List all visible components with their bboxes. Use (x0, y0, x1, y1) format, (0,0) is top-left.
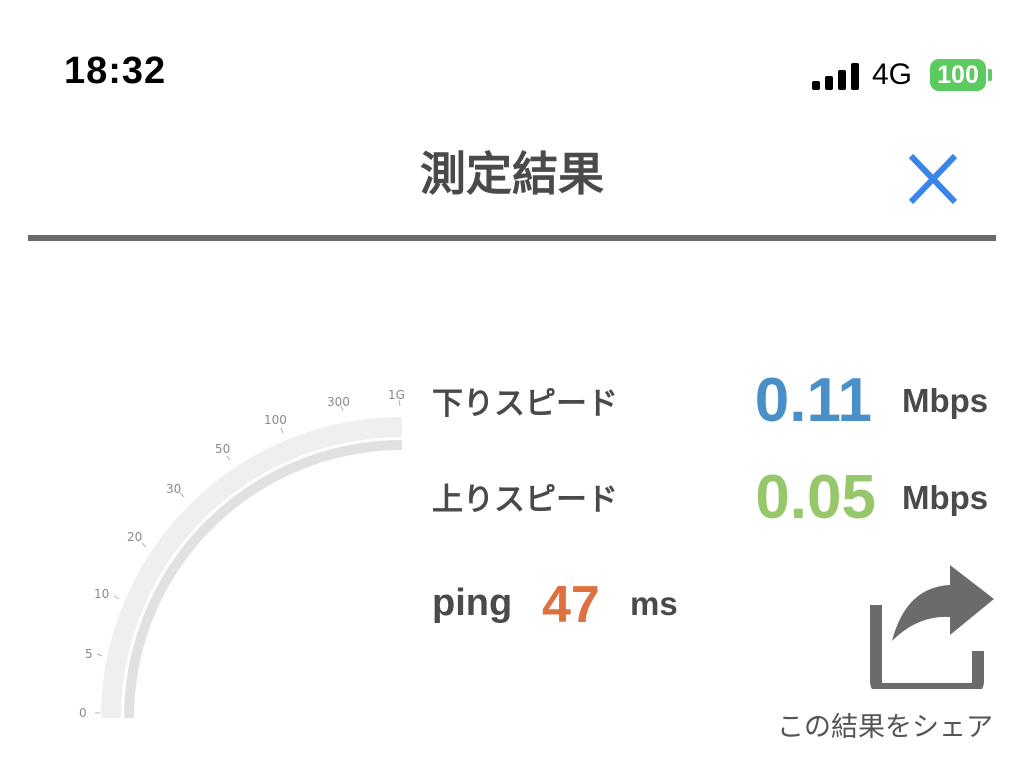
share-result-button[interactable]: この結果をシェア (760, 560, 1010, 750)
ping-value: 47 (542, 576, 600, 634)
gauge-tick-label: 30 (166, 482, 181, 496)
gauge-tick-label: 100 (264, 413, 287, 427)
speed-gauge: 0 5 10 20 30 50 100 300 1G (79, 388, 405, 720)
header-divider (28, 235, 996, 241)
share-label: この結果をシェア (777, 712, 993, 743)
battery-tip (988, 69, 992, 81)
battery-icon: 100 (930, 59, 986, 91)
gauge-tick-label: 50 (215, 442, 230, 456)
upload-speed-value: 0.05 (755, 463, 876, 532)
ping-unit: ms (630, 585, 678, 622)
ping-label: ping (432, 582, 513, 624)
download-speed-unit: Mbps (902, 382, 989, 419)
close-icon (908, 153, 958, 205)
download-speed-value: 0.11 (754, 366, 872, 435)
gauge-tick-label: 0 (79, 706, 87, 720)
signal-strength-icon (812, 60, 860, 90)
close-button[interactable] (900, 150, 966, 210)
gauge-tick-label: 20 (127, 530, 142, 544)
network-type: 4G (872, 58, 913, 91)
speed-test-result-screen: 18:32 4G 100 測定結果 0 5 10 20 30 50 100 30… (0, 0, 1024, 760)
download-speed-label: 下りスピード (432, 386, 618, 422)
gauge-tick-label: 1G (388, 388, 405, 402)
gauge-outer-arc (101, 417, 403, 719)
gauge-tick-label: 5 (85, 647, 93, 661)
status-time: 18:32 (64, 50, 167, 92)
share-icon (870, 565, 994, 689)
gauge-tick-label: 10 (94, 587, 109, 601)
upload-speed-label: 上りスピード (432, 482, 618, 518)
page-title: 測定結果 (420, 147, 604, 201)
gauge-tick-label: 300 (327, 395, 350, 409)
upload-speed-unit: Mbps (902, 479, 989, 516)
